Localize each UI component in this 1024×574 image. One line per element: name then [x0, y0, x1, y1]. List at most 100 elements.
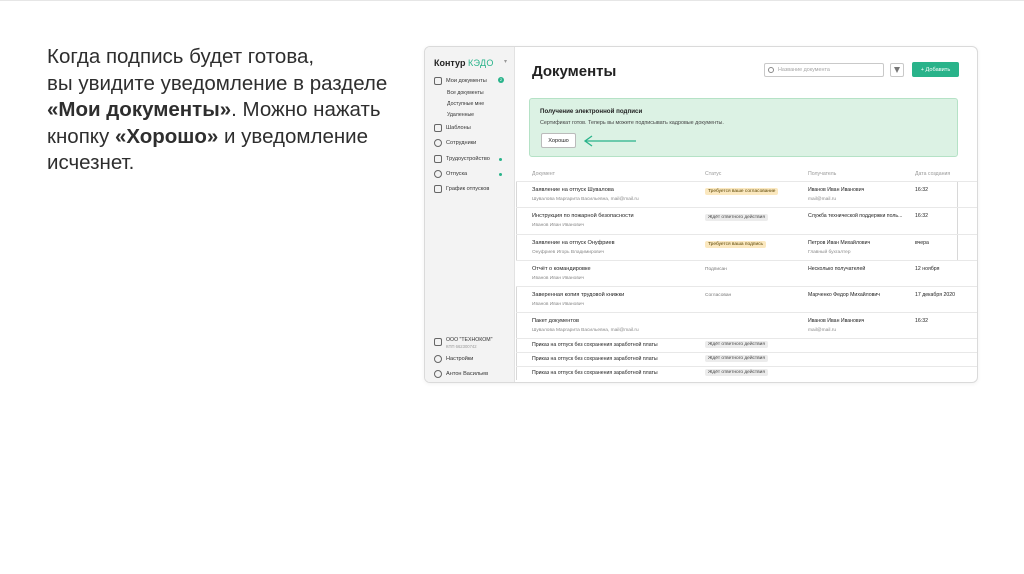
notification-text: Сертификат готов. Теперь вы можете подпи…	[540, 120, 724, 126]
search-field[interactable]	[764, 63, 884, 77]
caption-line-4: кнопку «Хорошо» и уведомление	[47, 124, 417, 151]
status-badge: Согласован	[705, 293, 732, 298]
caption-line-5: исчезнет.	[47, 151, 135, 174]
app-screenshot: Контур КЭДО ▾ Мои документы 2 Все докуме…	[424, 46, 978, 383]
status-badge: Ждёт ответного действия	[705, 355, 768, 362]
caption-bold-ok: «Хорошо»	[114, 124, 219, 148]
recipient: Иванов Иван Иванович	[808, 187, 865, 193]
status-badge: Требуется ваша подпись	[705, 241, 767, 248]
main-content: Документы + Добавить Получение электронн…	[516, 47, 977, 382]
pointer-arrow-icon	[583, 135, 636, 147]
schedule-icon	[434, 185, 442, 193]
created-date: 16:32	[915, 318, 928, 324]
template-icon	[434, 124, 442, 132]
documents-icon	[434, 77, 442, 85]
document-name: Заверенная копия трудовой книжки	[532, 292, 625, 298]
count-badge: 2	[498, 77, 504, 83]
status-badge: Ждёт ответного действия	[705, 214, 768, 221]
table-row[interactable]: Заявление на отпуск Шувалова Шувалова Ма…	[516, 181, 977, 207]
document-author: Иванов Иван Иванович	[532, 223, 585, 228]
palm-icon	[434, 170, 442, 178]
table-row[interactable]: Приказ на отпуск без сохранения заработн…	[516, 352, 977, 366]
document-author: Шувалова Маргарита Васильевна, mail@mail…	[532, 197, 639, 202]
sidebar-item-label: Сотрудники	[446, 140, 477, 146]
document-name: Приказ на отпуск без сохранения заработн…	[532, 370, 658, 376]
created-date: 16:32	[915, 187, 928, 193]
sidebar-item-templates[interactable]: Шаблоны	[434, 124, 471, 132]
sidebar-item-label: Трудоустройство	[446, 156, 490, 162]
caption-line-3-rest: . Можно нажать	[231, 98, 381, 121]
sidebar-item-settings[interactable]: Настройки	[434, 355, 473, 363]
created-date: 12 ноября	[915, 266, 940, 272]
recipient-detail: mail@mail.ru	[808, 328, 837, 333]
table-row[interactable]: Приказ на отпуск без сохранения заработн…	[516, 366, 977, 380]
organization-kpp: КПП 662300742	[446, 344, 477, 349]
sidebar-subitem-deleted[interactable]: Удаленные	[447, 112, 474, 118]
sidebar-item-employees[interactable]: Сотрудники	[434, 139, 476, 147]
filter-button[interactable]	[890, 63, 904, 77]
document-name: Заявление на отпуск Онуфриев	[532, 240, 615, 246]
document-name: Заявление на отпуск Шувалова	[532, 187, 614, 193]
sidebar-item-label: Шаблоны	[446, 125, 471, 131]
document-name: Пакет документов	[532, 318, 579, 324]
sidebar-item-label: Отпуска	[446, 171, 468, 177]
sidebar-item-my-documents[interactable]: Мои документы	[434, 77, 487, 85]
sidebar-item-employment[interactable]: Трудоустройство	[434, 155, 490, 163]
document-name: Инструкция по пожарной безопасности	[532, 213, 634, 219]
column-header-date: Дата создания	[915, 171, 951, 177]
table-row[interactable]: Пакет документов Шувалова Маргарита Васи…	[516, 312, 977, 338]
sidebar-subitem-available[interactable]: Доступные мне	[447, 101, 484, 107]
organization-name[interactable]: ООО "ТЕХНОКОМ"	[446, 337, 492, 343]
document-name: Отчёт о командировке	[532, 266, 591, 272]
user-icon	[434, 370, 442, 378]
slide: Когда подпись будет готова, вы увидите у…	[0, 0, 1024, 574]
sidebar-item-user[interactable]: Антон Васильев	[434, 370, 488, 378]
sidebar-item-label: Мои документы	[446, 78, 487, 84]
sidebar-item-label: График отпусков	[446, 186, 490, 192]
recipient: Служба технической поддержки поль...	[808, 213, 903, 219]
caption-bold-my-docs: «Мои документы»	[47, 98, 232, 121]
top-divider	[0, 0, 1024, 1]
signature-notification: Получение электронной подписи Сертификат…	[529, 98, 958, 157]
gear-icon	[434, 355, 442, 363]
app-logo[interactable]: Контур КЭДО	[434, 58, 494, 68]
recipient: Петров Иван Михайлович	[808, 240, 871, 246]
recipient-detail: Главный бухгалтер	[808, 250, 851, 255]
sidebar: Контур КЭДО ▾ Мои документы 2 Все докуме…	[425, 47, 515, 382]
table-row[interactable]: Заявление на отпуск Онуфриев Онуфриев Иг…	[516, 234, 977, 260]
sidebar-item-label: Настройки	[446, 356, 474, 362]
logo-brand: Контур	[434, 58, 466, 68]
status-badge: Подписан	[705, 267, 727, 272]
table-row[interactable]: Отчёт о командировке Иванов Иван Иванови…	[516, 260, 977, 286]
instruction-text: Когда подпись будет готова, вы увидите у…	[47, 44, 417, 177]
sidebar-subitem-all[interactable]: Все документы	[447, 90, 484, 96]
table-row[interactable]: Приказ на отпуск без сохранения заработн…	[516, 338, 977, 352]
notification-title: Получение электронной подписи	[540, 108, 643, 115]
caption-line-2: вы увидите уведомление в разделе	[47, 71, 388, 95]
sidebar-item-vacation-schedule[interactable]: График отпусков	[434, 185, 489, 193]
sidebar-item-vacations[interactable]: Отпуска	[434, 170, 467, 178]
recipient: Иванов Иван Иванович	[808, 318, 865, 324]
caption-line-4-pre: кнопку	[47, 124, 115, 148]
logo-product: КЭДО	[467, 58, 494, 68]
add-document-button[interactable]: + Добавить	[912, 62, 959, 77]
ok-button[interactable]: Хорошо	[541, 133, 576, 148]
created-date: 16:32	[915, 213, 928, 219]
status-badge: Требуется ваше согласование	[705, 188, 779, 195]
table-row[interactable]: Заверенная копия трудовой книжки Иванов …	[516, 286, 977, 312]
search-input[interactable]	[778, 65, 878, 75]
document-name: Приказ на отпуск без сохранения заработн…	[532, 342, 658, 348]
chevron-down-icon[interactable]: ▾	[504, 58, 507, 65]
column-header-status: Статус	[705, 171, 722, 177]
status-badge: Ждёт ответного действия	[705, 369, 768, 376]
document-author: Шувалова Маргарита Васильевна, mail@mail…	[532, 328, 639, 333]
search-icon	[768, 67, 774, 73]
created-date: вчера	[915, 240, 929, 246]
caption-line-3: «Мои документы». Можно нажать	[47, 97, 417, 124]
created-date: 17 декабря 2020	[915, 292, 955, 298]
people-icon	[434, 139, 442, 147]
status-badge: Ждёт ответного действия	[705, 341, 768, 348]
column-header-document: Документ	[532, 171, 556, 177]
table-row[interactable]: Инструкция по пожарной безопасности Иван…	[516, 207, 977, 234]
document-author: Онуфриев Игорь Владимирович	[532, 250, 605, 255]
